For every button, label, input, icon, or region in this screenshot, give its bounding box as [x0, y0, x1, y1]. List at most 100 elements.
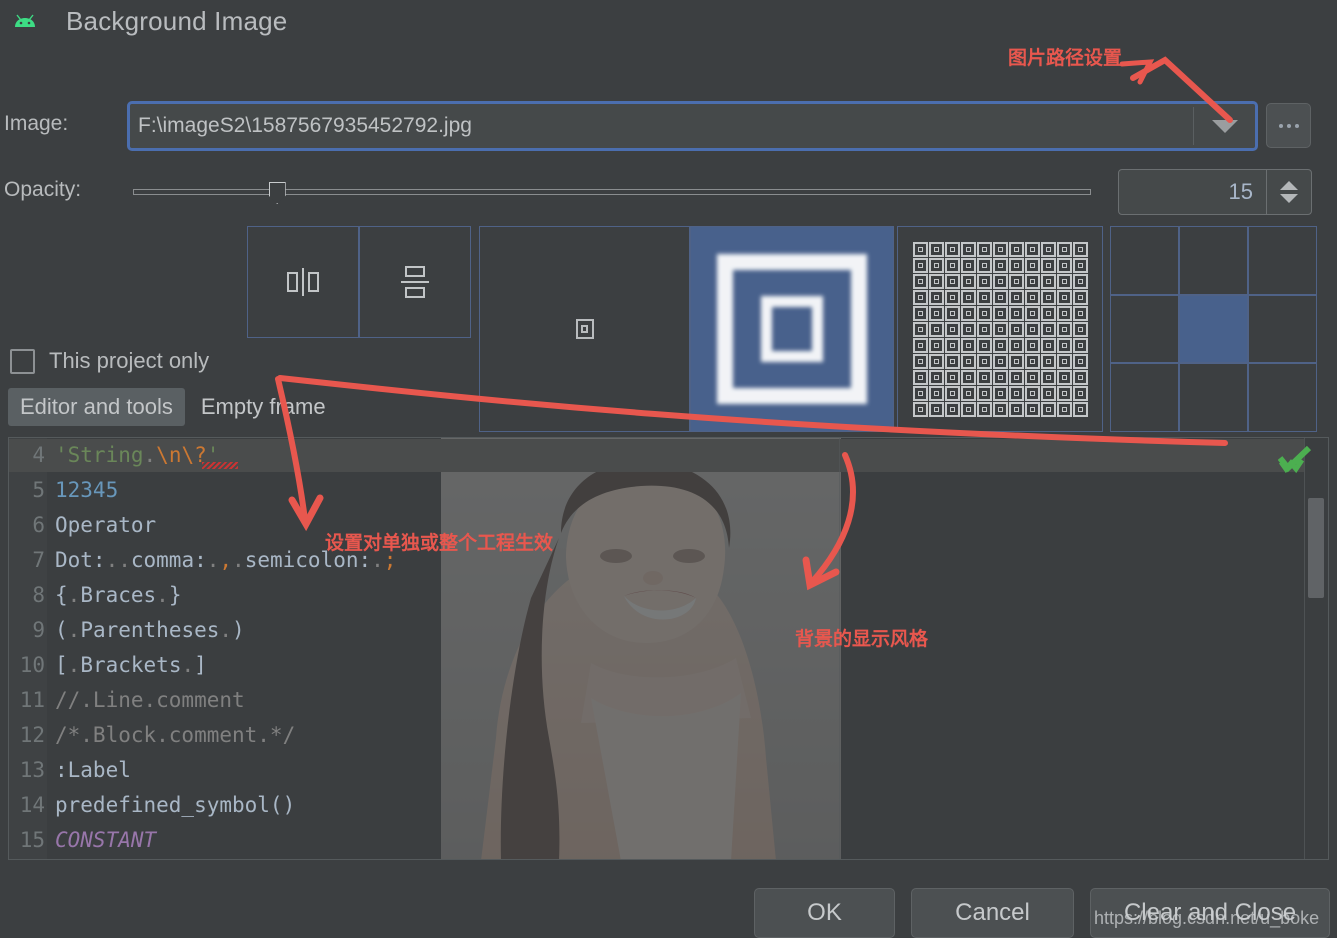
tab-empty-frame[interactable]: Empty frame [189, 388, 338, 426]
anchor-cell-bottom-center[interactable] [1179, 363, 1248, 432]
tile-cell [960, 321, 976, 337]
spinner-buttons[interactable] [1266, 170, 1311, 214]
code-preview-panel: 4 'String.\n\?' 5 12345 6 Operator 7 Dot:..comm… [8, 437, 1329, 860]
anchor-cell-middle-right[interactable] [1248, 294, 1317, 364]
tile-cell [1024, 273, 1040, 289]
anchor-cell-bottom-left[interactable] [1110, 363, 1179, 432]
tile-cell [928, 401, 944, 417]
tile-cell [912, 241, 928, 257]
this-project-only-checkbox[interactable]: This project only [10, 348, 209, 374]
tile-cell [1040, 257, 1056, 273]
tile-cell [960, 305, 976, 321]
code-line: 6 Operator [9, 508, 1328, 543]
tile-cell [992, 241, 1008, 257]
tile-cell [944, 321, 960, 337]
code-line: 15 CONSTANT [9, 823, 1328, 858]
code-line: 9 (.Parentheses.) [9, 613, 1328, 648]
tile-cell [976, 289, 992, 305]
spinner-up-icon[interactable] [1280, 181, 1298, 190]
tile-cell [1072, 241, 1088, 257]
single-image-button[interactable] [479, 226, 690, 432]
opacity-label: Opacity: [4, 178, 82, 201]
tile-cell [1024, 305, 1040, 321]
tile-cell [1008, 273, 1024, 289]
opacity-spinner[interactable]: 15 [1118, 169, 1312, 215]
tile-cell [1008, 257, 1024, 273]
tile-cell [1056, 385, 1072, 401]
line-number: 15 [19, 828, 45, 852]
anchor-position-grid[interactable] [1110, 226, 1317, 432]
tile-cell [944, 305, 960, 321]
tile-cell [928, 241, 944, 257]
line-number: 11 [19, 688, 45, 712]
tile-cell [944, 289, 960, 305]
tile-cell [1056, 257, 1072, 273]
tile-cell [976, 369, 992, 385]
tile-cell [1008, 369, 1024, 385]
tile-cell [1072, 385, 1088, 401]
opacity-slider[interactable] [133, 182, 1091, 204]
tile-cell [992, 321, 1008, 337]
tab-editor-and-tools[interactable]: Editor and tools [8, 388, 185, 426]
anchor-cell-top-right[interactable] [1248, 226, 1317, 295]
anchor-cell-bottom-right[interactable] [1248, 363, 1317, 432]
flip-vertical-button[interactable] [359, 226, 471, 338]
single-image-icon [575, 319, 594, 339]
tile-cell [1008, 305, 1024, 321]
tile-cell [1024, 257, 1040, 273]
tile-cell [944, 273, 960, 289]
tile-cell [960, 353, 976, 369]
tile-cell [1024, 321, 1040, 337]
tile-cell [992, 369, 1008, 385]
tile-cell [1040, 353, 1056, 369]
anchor-cell-top-left[interactable] [1110, 226, 1179, 295]
tile-cell [960, 273, 976, 289]
flip-horizontal-button[interactable] [247, 226, 359, 338]
ok-button[interactable]: OK [754, 888, 895, 938]
tile-cell [944, 369, 960, 385]
code-line: 7 Dot:..comma:.,.semicolon:.; [9, 543, 1328, 578]
browse-file-button[interactable] [1266, 103, 1311, 148]
tile-cell [944, 241, 960, 257]
anchor-cell-middle-left[interactable] [1110, 294, 1179, 364]
tile-cell [976, 241, 992, 257]
code-line: 5 12345 [9, 473, 1328, 508]
tile-cell [912, 273, 928, 289]
tile-cell [1040, 241, 1056, 257]
tile-cell [1008, 241, 1024, 257]
tile-cell [992, 337, 1008, 353]
tile-cell [928, 289, 944, 305]
anchor-cell-top-center[interactable] [1179, 226, 1248, 295]
line-number: 14 [19, 793, 45, 817]
slider-thumb[interactable] [268, 182, 286, 204]
ellipsis-icon [1286, 123, 1291, 128]
page-title: Background Image [66, 6, 288, 36]
green-check-icon[interactable] [1278, 446, 1312, 476]
spinner-down-icon[interactable] [1280, 194, 1298, 203]
tile-cell [960, 337, 976, 353]
line-number: 4 [32, 443, 45, 467]
cancel-button[interactable]: Cancel [911, 888, 1074, 938]
checkbox-box-icon[interactable] [10, 348, 35, 374]
tile-cell [1072, 321, 1088, 337]
image-path-combobox[interactable] [127, 101, 1258, 151]
image-path-dropdown-button[interactable] [1194, 104, 1255, 148]
tile-cell [1024, 369, 1040, 385]
tile-cell [976, 337, 992, 353]
anchor-cell-center[interactable] [1179, 294, 1248, 364]
tiled-image-button[interactable] [897, 226, 1103, 432]
background-image-dialog: Background Image Image: Opacity: 15 [0, 0, 1337, 938]
scaled-image-button[interactable] [690, 226, 894, 432]
code-line: 8 {.Braces.} [9, 578, 1328, 613]
code-line: 13:Label [9, 753, 1328, 788]
opacity-value[interactable]: 15 [1119, 170, 1265, 214]
tile-cell [976, 321, 992, 337]
tile-cell [992, 305, 1008, 321]
tile-cell [992, 257, 1008, 273]
preview-scrollbar-thumb[interactable] [1308, 498, 1324, 598]
tile-cell [960, 369, 976, 385]
tile-cell [1072, 369, 1088, 385]
image-path-input[interactable] [130, 104, 1193, 148]
tile-cell [912, 353, 928, 369]
tile-cell [1024, 385, 1040, 401]
